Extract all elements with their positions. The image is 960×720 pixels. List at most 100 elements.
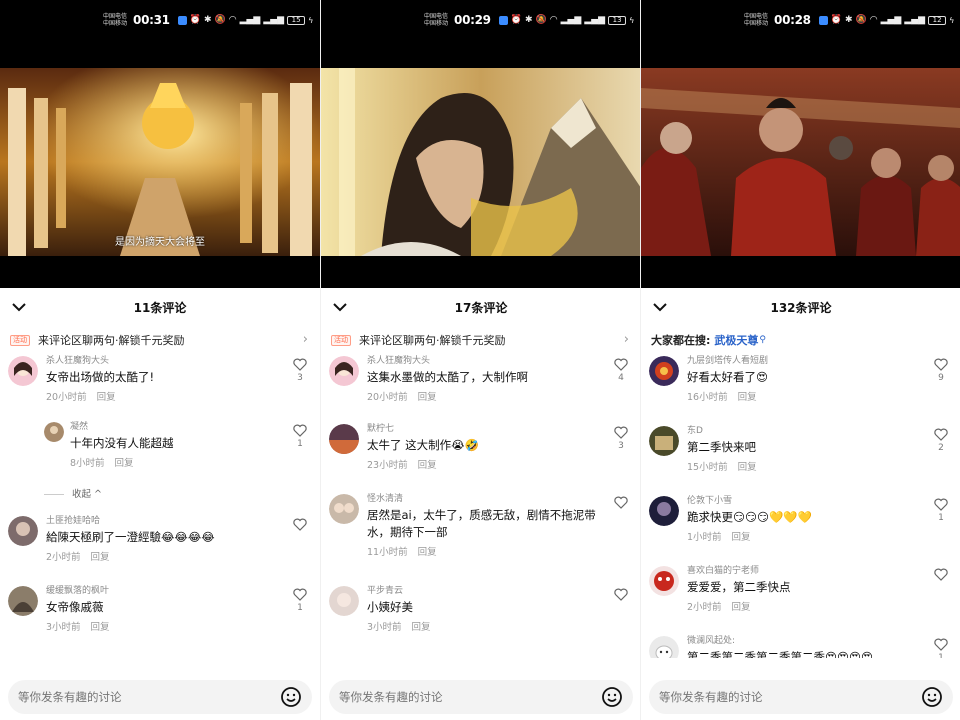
- like-button[interactable]: 3: [613, 426, 629, 451]
- like-button[interactable]: 1: [933, 498, 949, 523]
- comment-username[interactable]: 平步青云: [367, 584, 601, 598]
- comment-time: 11小时前: [367, 547, 408, 558]
- battery-icon: 13: [608, 15, 627, 25]
- emoji-icon[interactable]: [601, 686, 623, 708]
- avatar[interactable]: [329, 356, 359, 386]
- comment-text: 太牛了 这大制作😭🤣: [367, 438, 479, 452]
- heart-icon: [934, 498, 948, 511]
- comment-text: 第二季第二季第二季第二季😍😍😍😍: [687, 650, 873, 658]
- trending-search[interactable]: 大家都在搜: 武极天尊 ⚲: [641, 326, 960, 354]
- carrier-labels: 中国电信 中国移动: [103, 13, 127, 27]
- avatar[interactable]: [329, 424, 359, 454]
- signal-icon-2: ▂▄▆: [584, 15, 606, 25]
- comment-input-bar[interactable]: [8, 680, 312, 714]
- comment-list[interactable]: 杀人狂魔狗大头 这集水墨做的太酷了，大制作啊 20小时前 回复 4 默柠七 太牛了…: [321, 354, 640, 658]
- comment-list[interactable]: 杀人狂魔狗大头 女帝出场做的太酷了! 20小时前 回复 3 凝然 十年内没有人能超…: [0, 354, 320, 658]
- reply-button[interactable]: 回复: [91, 622, 110, 633]
- comment-username[interactable]: 东D: [687, 424, 921, 438]
- collapse-replies-button[interactable]: 收起 ^: [0, 486, 320, 504]
- comment-username[interactable]: 土匪抢娃哈哈: [46, 514, 280, 528]
- carrier-mobile: 中国移动: [103, 20, 128, 27]
- comment-time: 3小时前: [367, 622, 402, 633]
- avatar[interactable]: [649, 496, 679, 526]
- carrier-labels: 中国电信 中国移动: [744, 13, 768, 27]
- comment-username[interactable]: 杀人狂魔狗大头: [46, 354, 280, 368]
- video-frame[interactable]: [321, 68, 640, 256]
- comment-username[interactable]: 九层剑塔传人看短剧: [687, 354, 921, 368]
- comment-username[interactable]: 微澜风起处:: [687, 634, 921, 648]
- trending-search-term[interactable]: 武极天尊: [714, 332, 758, 348]
- comment-username[interactable]: 默柠七: [367, 422, 601, 436]
- heart-icon: [614, 426, 628, 439]
- comment-username[interactable]: 伦敦下小雪: [687, 494, 921, 508]
- comment-input-bar[interactable]: [649, 680, 953, 714]
- like-button[interactable]: 4: [613, 358, 629, 383]
- comment-text: 这集水墨做的太酷了，大制作啊: [367, 370, 528, 384]
- comment-list[interactable]: 九层剑塔传人看短剧 好看太好看了😍 16小时前 回复 9 东D 第二季快来吧 15…: [641, 354, 960, 658]
- reply-button[interactable]: 回复: [738, 462, 757, 473]
- avatar[interactable]: [8, 356, 38, 386]
- like-button[interactable]: 1: [292, 424, 308, 449]
- clock: 00:29: [454, 13, 491, 27]
- comment-sheet-header: 17条评论: [321, 288, 640, 326]
- comment-item: 土匪抢娃哈哈 給陳天極刷了一澄經驗😂😂😂😂 2小时前 回复: [0, 514, 320, 584]
- comment-input-bar[interactable]: [329, 680, 633, 714]
- comment-username[interactable]: 杀人狂魔狗大头: [367, 354, 601, 368]
- video-frame[interactable]: 是因为摘天大会将至: [0, 68, 320, 256]
- signal-icon: ▂▄▆: [560, 15, 582, 25]
- like-button[interactable]: 1: [292, 588, 308, 613]
- avatar[interactable]: [329, 494, 359, 524]
- reply-button[interactable]: 回复: [97, 392, 116, 403]
- clock: 00:28: [774, 13, 811, 27]
- comment-item: 喜欢白猫的宁老师 爱爱爱，第二季快点 2小时前 回复: [641, 564, 960, 634]
- avatar[interactable]: [649, 426, 679, 456]
- comment-username[interactable]: 怪水清清: [367, 492, 601, 506]
- reply-button[interactable]: 回复: [418, 547, 437, 558]
- comment-item: 怪水清清 居然是ai，太牛了，质感无敌，剧情不拖泥带水，期待下一部 11小时前回…: [321, 492, 640, 584]
- comment-username[interactable]: 缓缓飘落的枫叶: [46, 584, 280, 598]
- reply-button[interactable]: 回复: [91, 552, 110, 563]
- reply-button[interactable]: 回复: [412, 622, 431, 633]
- like-button[interactable]: [613, 588, 629, 603]
- like-button[interactable]: [613, 496, 629, 511]
- reply-button[interactable]: 回复: [732, 532, 751, 543]
- comment-input[interactable]: [659, 690, 921, 704]
- like-button[interactable]: 1: [933, 638, 949, 658]
- avatar[interactable]: [649, 356, 679, 386]
- reply-button[interactable]: 回复: [732, 602, 751, 613]
- like-button[interactable]: [292, 518, 308, 533]
- carrier-labels: 中国电信 中国移动: [424, 13, 448, 27]
- emoji-icon[interactable]: [280, 686, 302, 708]
- chevron-up-icon: ^: [94, 489, 103, 500]
- comment-time: 3小时前: [46, 622, 81, 633]
- avatar[interactable]: [8, 586, 38, 616]
- comment-username[interactable]: 喜欢白猫的宁老师: [687, 564, 921, 578]
- like-button[interactable]: 2: [933, 428, 949, 453]
- video-frame[interactable]: [641, 68, 960, 256]
- comment-username[interactable]: 凝然: [70, 420, 280, 434]
- like-count: 3: [297, 373, 303, 383]
- avatar[interactable]: [44, 422, 64, 442]
- like-button[interactable]: 3: [292, 358, 308, 383]
- app-notification-icon: [177, 15, 187, 25]
- comment-text: 十年内没有人能超越: [70, 436, 174, 450]
- reply-button[interactable]: 回复: [115, 458, 134, 469]
- avatar[interactable]: [649, 566, 679, 596]
- reply-button[interactable]: 回复: [738, 392, 757, 403]
- status-bar: 中国电信 中国移动 00:31 ⏰ ✱ 🔕 ◠ ▂▄▆ ▂▄▆ 15 ϟ: [0, 0, 320, 68]
- comment-input[interactable]: [18, 690, 280, 704]
- promo-banner[interactable]: 活动 来评论区聊两句·解锁千元奖励 ›: [0, 326, 320, 354]
- bluetooth-icon: ✱: [844, 15, 853, 25]
- comment-input[interactable]: [339, 690, 601, 704]
- comment-count: 17条评论: [454, 301, 508, 315]
- like-button[interactable]: 9: [933, 358, 949, 383]
- reply-button[interactable]: 回复: [418, 392, 437, 403]
- avatar[interactable]: [8, 516, 38, 546]
- like-button[interactable]: [933, 568, 949, 583]
- reply-button[interactable]: 回复: [418, 460, 437, 471]
- like-count: 9: [938, 373, 944, 383]
- avatar[interactable]: [329, 586, 359, 616]
- promo-banner[interactable]: 活动 来评论区聊两句·解锁千元奖励 ›: [321, 326, 640, 354]
- avatar[interactable]: [649, 636, 679, 658]
- emoji-icon[interactable]: [921, 686, 943, 708]
